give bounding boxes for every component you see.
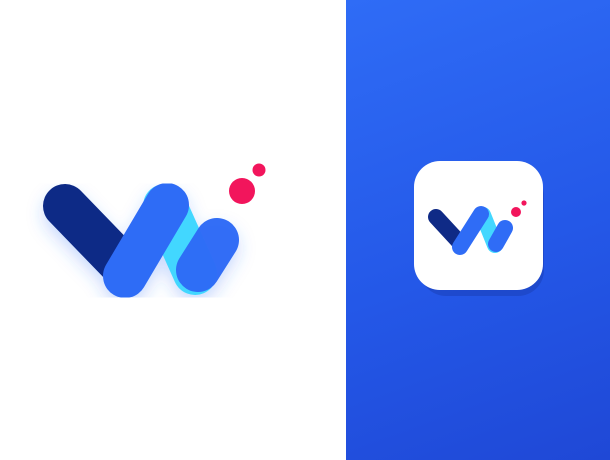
logo-pink-dot-small-small bbox=[521, 200, 527, 206]
logo-pink-dot-large-small bbox=[511, 207, 521, 217]
app-icon bbox=[414, 161, 543, 290]
logo-blue-stroke-small bbox=[452, 206, 489, 255]
logo-blue-stroke-right-small bbox=[488, 220, 513, 252]
w-logo-small bbox=[428, 200, 527, 255]
logo-pink-dot-large bbox=[229, 178, 255, 204]
left-panel bbox=[0, 0, 346, 460]
logo-blue-stroke bbox=[103, 183, 189, 298]
logo-blue-stroke-right bbox=[176, 218, 239, 292]
w-logo-large bbox=[43, 163, 266, 298]
logo-pink-dot-small bbox=[252, 163, 266, 177]
